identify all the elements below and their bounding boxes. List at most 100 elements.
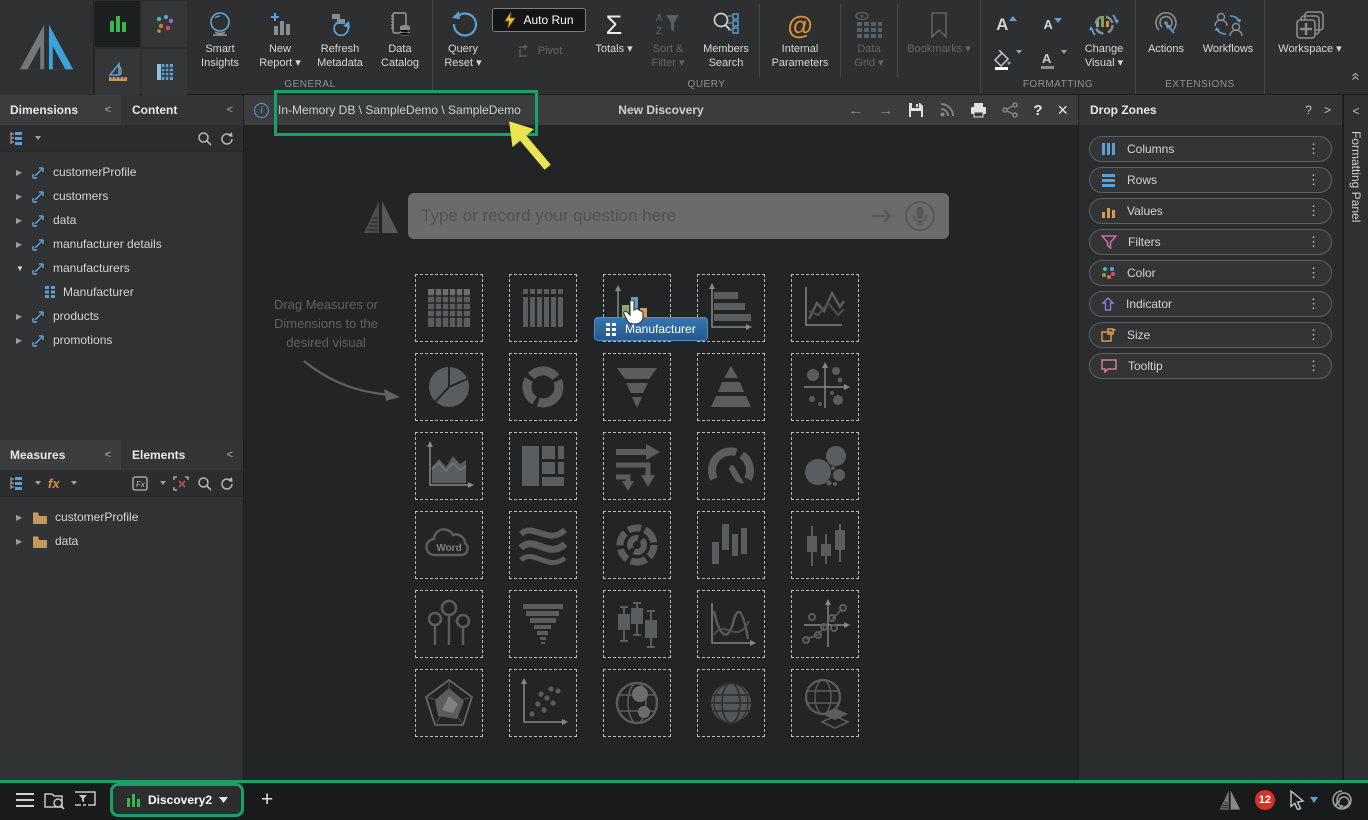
help-icon[interactable]: ? <box>1305 103 1312 117</box>
zone-menu-icon[interactable]: ⋮ <box>1307 141 1320 157</box>
bookmarks-button[interactable]: Bookmarks ▾ <box>900 0 978 79</box>
collapse-panel-icon[interactable]: < <box>105 449 111 461</box>
visual-radar-icon[interactable] <box>415 669 483 737</box>
dropdown-caret-icon[interactable] <box>160 481 166 485</box>
collapse-panel-icon[interactable]: < <box>227 104 233 116</box>
tree-item[interactable]: ▶customerProfile <box>0 160 243 184</box>
visual-pie-chart-icon[interactable] <box>415 353 483 421</box>
visual-lollipop-icon[interactable] <box>415 590 483 658</box>
info-icon[interactable]: i <box>254 103 269 118</box>
new-report-button[interactable]: New Report ▾ <box>250 0 310 79</box>
tree-item-attribute[interactable]: Manufacturer <box>0 280 243 304</box>
refresh-icon[interactable] <box>219 131 234 146</box>
drop-zone-indicator[interactable]: Indicator⋮ <box>1089 291 1332 317</box>
expand-caret-icon[interactable]: ▶ <box>16 336 25 345</box>
zone-menu-icon[interactable]: ⋮ <box>1307 296 1320 312</box>
tree-item-expanded[interactable]: ▼manufacturers <box>0 256 243 280</box>
auto-run-button[interactable]: Auto Run <box>492 8 585 32</box>
visual-globe-map-icon[interactable] <box>697 669 765 737</box>
zone-menu-icon[interactable]: ⋮ <box>1307 172 1320 188</box>
zone-menu-icon[interactable]: ⋮ <box>1307 358 1320 374</box>
tree-view-icon[interactable] <box>9 476 24 490</box>
visual-stream-graph-icon[interactable] <box>509 511 577 579</box>
visual-bubble-map-icon[interactable] <box>603 669 671 737</box>
visual-layered-map-icon[interactable] <box>791 669 859 737</box>
tab-dimensions[interactable]: Dimensions< <box>0 95 121 125</box>
members-search-button[interactable]: Members Search <box>695 0 757 79</box>
visual-treemap-icon[interactable] <box>509 432 577 500</box>
expand-caret-icon[interactable]: ▶ <box>16 312 25 321</box>
print-icon[interactable] <box>970 102 987 118</box>
expand-panel-icon[interactable]: > <box>1324 103 1331 117</box>
expand-caret-icon[interactable]: ▶ <box>16 216 25 225</box>
tab-discovery2[interactable]: Discovery2 <box>110 783 244 817</box>
tab-measures[interactable]: Measures< <box>0 440 121 470</box>
drop-zone-values[interactable]: Values⋮ <box>1089 198 1332 224</box>
visual-donut-chart-icon[interactable] <box>509 353 577 421</box>
visual-funnel-icon[interactable] <box>603 353 671 421</box>
notification-badge[interactable]: 12 <box>1255 790 1275 810</box>
visual-gauge-icon[interactable] <box>697 432 765 500</box>
fill-color-button[interactable] <box>992 50 1022 70</box>
increase-font-button[interactable]: A <box>996 16 1017 33</box>
selection-mode-button[interactable] <box>1288 790 1318 810</box>
clear-selection-icon[interactable] <box>173 476 190 491</box>
help-icon[interactable]: ? <box>1033 102 1042 119</box>
tile-tabulate[interactable] <box>142 49 187 95</box>
visual-scatter-icon[interactable] <box>509 669 577 737</box>
tab-elements[interactable]: Elements< <box>122 440 243 470</box>
visual-box-plot-icon[interactable] <box>603 590 671 658</box>
back-icon[interactable]: ← <box>848 102 863 119</box>
expand-caret-icon[interactable]: ▶ <box>16 168 25 177</box>
tree-item[interactable]: ▶customers <box>0 184 243 208</box>
collapse-panel-icon[interactable]: < <box>105 104 111 116</box>
expand-caret-icon[interactable]: ▶ <box>16 240 25 249</box>
close-icon[interactable]: × <box>1057 100 1068 121</box>
search-icon[interactable] <box>197 131 212 146</box>
forward-icon[interactable]: → <box>878 102 893 119</box>
share-icon[interactable] <box>1002 102 1018 118</box>
breadcrumb[interactable]: i In-Memory DB \ SampleDemo \ SampleDemo <box>254 103 521 118</box>
decrease-font-button[interactable]: A <box>1044 18 1062 31</box>
feed-icon[interactable] <box>939 102 955 118</box>
dropdown-caret-icon[interactable] <box>35 481 41 485</box>
drop-zone-columns[interactable]: Columns⋮ <box>1089 136 1332 162</box>
tree-item[interactable]: ▶products <box>0 304 243 328</box>
refresh-metadata-button[interactable]: Refresh Metadata <box>310 0 370 79</box>
tile-formulate[interactable] <box>95 49 140 95</box>
slicer-panel-icon[interactable] <box>70 785 100 815</box>
data-grid-button[interactable]: Data Grid ▾ <box>843 0 895 79</box>
visual-floating-bars-icon[interactable] <box>697 511 765 579</box>
sort-filter-button[interactable]: AZ Sort & Filter ▾ <box>641 0 695 79</box>
dropdown-caret-icon[interactable] <box>35 136 41 140</box>
visual-grid-icon[interactable] <box>415 274 483 342</box>
spiral-icon[interactable] <box>1331 789 1353 811</box>
formula-box-icon[interactable]: Fx <box>132 476 149 491</box>
pivot-button[interactable]: Pivot <box>516 43 562 59</box>
drag-chip-manufacturer[interactable]: Manufacturer <box>594 317 708 341</box>
zone-menu-icon[interactable]: ⋮ <box>1307 203 1320 219</box>
save-icon[interactable] <box>908 102 924 118</box>
collapse-ribbon-icon[interactable]: « <box>1347 72 1364 80</box>
drop-zone-size[interactable]: Size⋮ <box>1089 322 1332 348</box>
app-logo[interactable] <box>0 0 95 95</box>
drop-zone-rows[interactable]: Rows⋮ <box>1089 167 1332 193</box>
drop-zone-tooltip[interactable]: Tooltip⋮ <box>1089 353 1332 379</box>
expand-caret-icon[interactable]: ▶ <box>16 537 25 546</box>
expand-caret-icon[interactable]: ▶ <box>16 192 25 201</box>
font-color-button[interactable]: A <box>1039 50 1067 70</box>
visual-spline-chart-icon[interactable] <box>697 590 765 658</box>
content-explorer-icon[interactable] <box>40 785 70 815</box>
zone-menu-icon[interactable]: ⋮ <box>1307 327 1320 343</box>
zone-menu-icon[interactable]: ⋮ <box>1307 265 1320 281</box>
expand-caret-icon[interactable]: ▶ <box>16 513 25 522</box>
drop-zone-filters[interactable]: Filters⋮ <box>1089 229 1332 255</box>
tree-view-icon[interactable] <box>9 131 24 145</box>
search-icon[interactable] <box>197 476 212 491</box>
formula-fx-button[interactable]: fx <box>48 476 60 491</box>
visual-line-chart-icon[interactable] <box>791 274 859 342</box>
internal-parameters-button[interactable]: @ Internal Parameters <box>762 0 838 79</box>
smart-insights-button[interactable]: Smart Insights <box>190 0 250 79</box>
tree-item[interactable]: ▶customerProfile <box>0 505 243 529</box>
tab-content[interactable]: Content< <box>122 95 243 125</box>
